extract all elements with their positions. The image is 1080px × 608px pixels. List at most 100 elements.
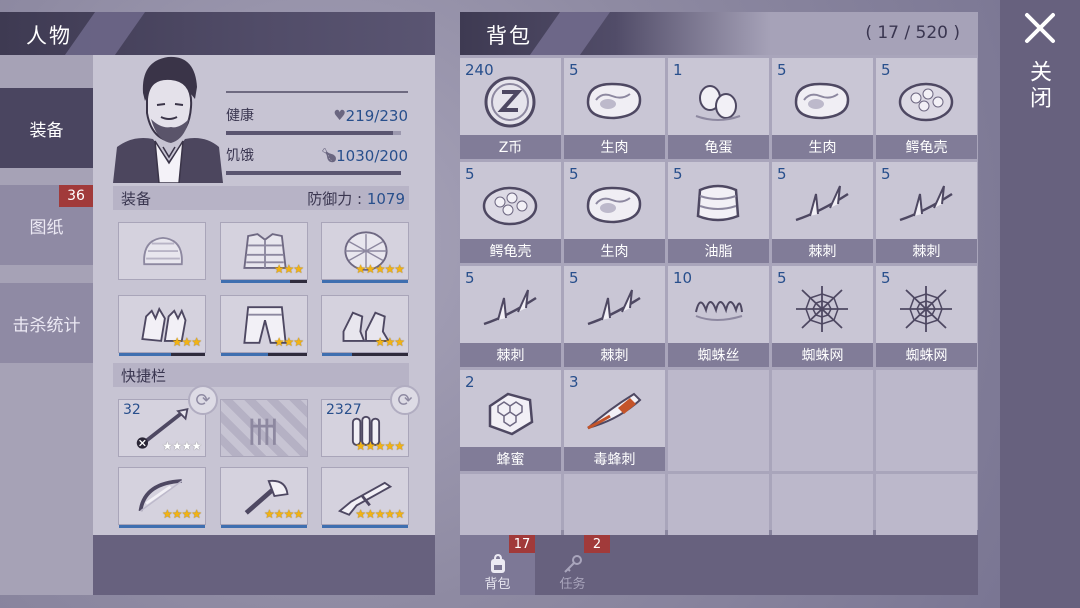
backpack-item[interactable]: 5 生肉	[564, 58, 665, 159]
equipment-slot[interactable]: ★★★	[220, 222, 308, 283]
raw-meat-icon	[586, 82, 642, 120]
backpack-empty-slot[interactable]	[772, 370, 873, 471]
item-name: 棘刺	[460, 343, 561, 367]
hunger-stat: 饥饿 🍗︎ 1030/200	[226, 145, 408, 175]
equipment-slot[interactable]	[118, 222, 206, 280]
backpack-item[interactable]: 5 棘刺	[876, 162, 977, 263]
hunger-label: 饥饿	[226, 148, 254, 164]
rarity-stars: ★★★★★	[355, 439, 405, 453]
item-quantity: 5	[777, 61, 787, 79]
z-coin-icon	[484, 76, 536, 128]
backpack-item[interactable]: 3 毒蜂刺	[564, 370, 665, 471]
rarity-stars: ★★★	[374, 335, 405, 349]
tab-equipment[interactable]: 装备	[0, 88, 93, 168]
backpack-item[interactable]: 5 棘刺	[460, 266, 561, 367]
rarity-stars: ★★★	[273, 262, 304, 276]
spider-silk-icon	[695, 301, 743, 321]
equipment-slot[interactable]: ★★★	[321, 295, 409, 356]
honeycomb-icon	[488, 392, 534, 436]
durability-bar	[322, 280, 408, 283]
item-quantity: 5	[881, 61, 891, 79]
equipment-slot[interactable]: ★★★★★	[321, 222, 409, 283]
backpack-tab-badge: 17	[509, 535, 535, 553]
thorn-icon	[899, 185, 953, 222]
equipment-slot[interactable]: ★★★	[220, 295, 308, 356]
item-quantity: 1	[673, 61, 683, 79]
tab-backpack-label: 背包	[484, 577, 511, 592]
item-quantity: 3	[569, 373, 579, 391]
quickbar-slot[interactable]: ★★★★★	[321, 467, 409, 528]
health-bar-fill	[226, 131, 393, 135]
item-name: 毒蜂刺	[564, 447, 665, 471]
close-icon[interactable]	[1024, 12, 1056, 44]
backpack-item[interactable]: 5 鳄龟壳	[876, 58, 977, 159]
backpack-capacity: ( 17 / 520 )	[865, 23, 960, 43]
defense-label: 防御力 :	[307, 190, 367, 208]
blueprints-badge: 36	[59, 185, 93, 207]
tab-quests-label: 任务	[559, 577, 586, 592]
backpack-empty-slot[interactable]	[668, 370, 769, 471]
rarity-stars: ★★★★	[161, 439, 202, 453]
health-bar	[226, 131, 401, 135]
item-name: 生肉	[564, 135, 665, 159]
backpack-item[interactable]: 10 蜘蛛丝	[668, 266, 769, 367]
tab-blueprints-label: 图纸	[29, 217, 64, 238]
quickbar-slot[interactable]: ★★★★	[118, 467, 206, 528]
backpack-item[interactable]: 5 油脂	[668, 162, 769, 263]
rarity-stars: ★★★	[273, 335, 304, 349]
backpack-item[interactable]: 2 蜂蜜	[460, 370, 561, 471]
item-quantity: 5	[673, 165, 683, 183]
header-accent	[529, 12, 611, 55]
backpack-item[interactable]: 5 棘刺	[564, 266, 665, 367]
turtle-egg-icon	[695, 85, 741, 121]
rarity-stars: ★★★★★	[355, 262, 405, 276]
backpack-item[interactable]: 5 生肉	[772, 58, 873, 159]
item-quantity: 5	[777, 165, 787, 183]
quickbar-slot[interactable]	[220, 399, 308, 457]
backpack-item[interactable]: 1 龟蛋	[668, 58, 769, 159]
item-quantity: 5	[465, 269, 475, 287]
character-portrait	[113, 56, 223, 183]
key-icon	[564, 555, 582, 573]
tab-equipment-label: 装备	[29, 120, 64, 141]
tab-blueprints[interactable]: 图纸 36	[0, 185, 93, 265]
backpack-item[interactable]: 5 蜘蛛网	[876, 266, 977, 367]
backpack-icon	[491, 553, 505, 573]
quickbar-count: 32	[123, 402, 141, 418]
item-name: 生肉	[772, 135, 873, 159]
item-quantity: 2	[465, 373, 475, 391]
close-column[interactable]: 关闭	[1000, 0, 1080, 608]
quickbar-section-header: 快捷栏	[113, 363, 409, 387]
backpack-item[interactable]: 5 鳄龟壳	[460, 162, 561, 263]
character-panel: 健康 ♥ 219/230 饥饿 🍗︎ 1030/200 装备 防御力 : 107…	[93, 55, 435, 595]
fat-icon	[696, 184, 740, 222]
cap-icon	[143, 236, 183, 266]
durability-bar	[221, 280, 307, 283]
backpack-item[interactable]: 5 生肉	[564, 162, 665, 263]
swap-ammo-icon[interactable]: ⟳	[390, 385, 420, 415]
rarity-stars: ★★★★★	[355, 507, 405, 521]
backpack-empty-slot[interactable]	[876, 370, 977, 471]
item-name: 蜘蛛网	[876, 343, 977, 367]
equipment-label: 装备	[121, 190, 152, 208]
close-label[interactable]: 关闭	[1026, 60, 1054, 112]
rarity-stars: ★★★★	[161, 507, 202, 521]
equipment-slot[interactable]: ★★★	[118, 295, 206, 356]
tab-kill-stats[interactable]: 击杀统计	[0, 283, 93, 363]
thorn-icon	[795, 185, 849, 222]
backpack-item[interactable]: 240 Z币	[460, 58, 561, 159]
quickbar-slot[interactable]: ★★★★	[220, 467, 308, 528]
backpack-item[interactable]: 5 蜘蛛网	[772, 266, 873, 367]
tab-quests[interactable]: 2 任务	[535, 535, 610, 595]
rarity-stars: ★★★	[171, 335, 202, 349]
durability-bar	[221, 525, 307, 528]
thorn-icon	[587, 289, 641, 326]
empty-slot-icon	[250, 418, 276, 445]
spider-web-icon	[796, 286, 848, 332]
swap-weapon-icon[interactable]: ⟳	[188, 385, 218, 415]
item-name: 棘刺	[772, 239, 873, 263]
tab-backpack[interactable]: 17 背包	[460, 535, 535, 595]
backpack-item[interactable]: 5 棘刺	[772, 162, 873, 263]
quests-tab-badge: 2	[584, 535, 610, 553]
item-quantity: 5	[569, 61, 579, 79]
